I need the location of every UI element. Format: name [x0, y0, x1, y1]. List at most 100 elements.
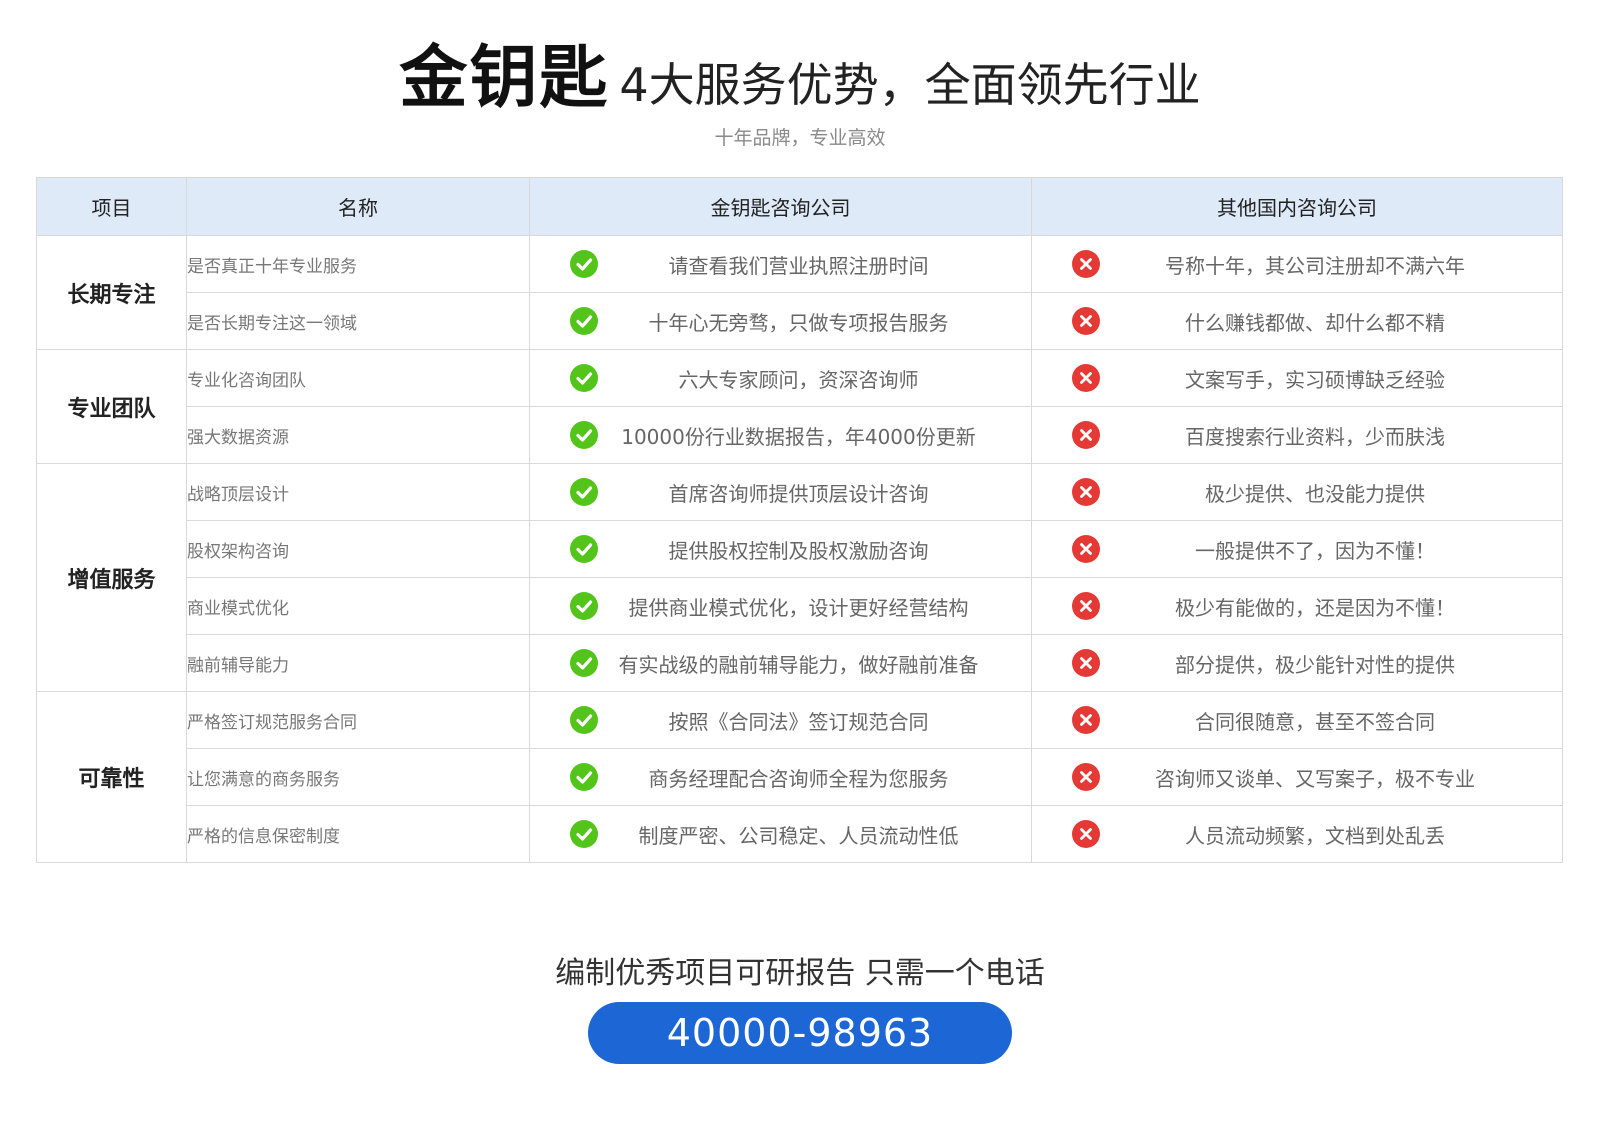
headline: 金钥匙 4大服务优势，全面领先行业 — [0, 22, 1600, 121]
check-circle-icon — [570, 364, 598, 392]
check-circle-icon — [570, 592, 598, 620]
ours-text: 请查看我们营业执照注册时间 — [668, 253, 929, 278]
table-row: 商业模式优化 提供商业模式优化，设计更好经营结构 极少有能做的，还是因为不懂！ — [37, 577, 1563, 635]
others-cell: 一般提供不了，因为不懂！ — [1031, 520, 1563, 578]
ours-cell: 提供商业模式优化，设计更好经营结构 — [529, 577, 1032, 635]
ours-text: 商务经理配合咨询师全程为您服务 — [648, 766, 949, 791]
others-cell: 人员流动频繁，文档到处乱丢 — [1031, 805, 1563, 863]
others-cell: 百度搜索行业资料，少而肤浅 — [1031, 406, 1563, 464]
item-name-cell: 股权架构咨询 — [186, 520, 530, 578]
cross-circle-icon — [1072, 649, 1100, 677]
table-row: 强大数据资源 10000份行业数据报告，年4000份更新 百度搜索行业资料，少而肤浅 — [37, 406, 1563, 464]
headline-text: 4大服务优势，全面领先行业 — [619, 58, 1201, 112]
ours-cell: 商务经理配合咨询师全程为您服务 — [529, 748, 1032, 806]
others-cell: 部分提供，极少能针对性的提供 — [1031, 634, 1563, 692]
others-text: 百度搜索行业资料，少而肤浅 — [1185, 424, 1445, 449]
ours-cell: 请查看我们营业执照注册时间 — [529, 235, 1032, 293]
item-name-cell: 是否真正十年专业服务 — [186, 235, 530, 293]
cross-circle-icon — [1072, 250, 1100, 278]
check-circle-icon — [570, 706, 598, 734]
comparison-table: 项目 名称 金钥匙咨询公司 其他国内咨询公司 长期专注 是否真正十年专业服务 请查看… — [36, 177, 1563, 863]
cross-circle-icon — [1072, 478, 1100, 506]
item-name-cell: 战略顶层设计 — [186, 463, 530, 521]
others-text: 文案写手，实习硕博缺乏经验 — [1185, 367, 1445, 392]
table-row: 是否长期专注这一领域 十年心无旁骛，只做专项报告服务 什么赚钱都做、却什么都不精 — [37, 292, 1563, 350]
others-cell: 文案写手，实习硕博缺乏经验 — [1031, 349, 1563, 407]
item-name-cell: 让您满意的商务服务 — [186, 748, 530, 806]
cross-circle-icon — [1072, 307, 1100, 335]
table-row: 长期专注 是否真正十年专业服务 请查看我们营业执照注册时间 号称十年，其公司注册却不满… — [36, 235, 1563, 350]
others-text: 号称十年，其公司注册却不满六年 — [1165, 253, 1465, 278]
cross-circle-icon — [1072, 421, 1100, 449]
others-cell: 什么赚钱都做、却什么都不精 — [1031, 292, 1563, 350]
ours-text: 十年心无旁骛，只做专项报告服务 — [648, 310, 949, 335]
table-row: 融前辅导能力 有实战级的融前辅导能力，做好融前准备 部分提供，极少能针对性的提供 — [37, 634, 1563, 692]
subtitle: 十年品牌，专业高效 — [714, 127, 886, 149]
category-cell: 长期专注 — [36, 235, 187, 350]
brand-name: 金钥匙 — [399, 39, 610, 118]
item-name-cell: 严格的信息保密制度 — [186, 805, 530, 863]
category-cell: 增值服务 — [36, 463, 187, 692]
cross-circle-icon — [1072, 763, 1100, 791]
ours-text: 提供股权控制及股权激励咨询 — [668, 538, 929, 563]
ours-cell: 六大专家顾问，资深咨询师 — [529, 349, 1032, 407]
ours-cell: 有实战级的融前辅导能力，做好融前准备 — [529, 634, 1032, 692]
check-circle-icon — [570, 250, 598, 278]
others-cell: 号称十年，其公司注册却不满六年 — [1031, 235, 1563, 293]
others-cell: 极少有能做的，还是因为不懂！ — [1031, 577, 1563, 635]
item-name-cell: 商业模式优化 — [186, 577, 530, 635]
category-cell: 专业团队 — [36, 349, 187, 464]
ours-text: 提供商业模式优化，设计更好经营结构 — [628, 595, 969, 620]
table-row: 让您满意的商务服务 商务经理配合咨询师全程为您服务 咨询师又谈单、又写案子，极不专业 — [37, 748, 1563, 806]
item-name-cell: 专业化咨询团队 — [186, 349, 530, 407]
others-text: 人员流动频繁，文档到处乱丢 — [1185, 823, 1445, 848]
ours-text: 按照《合同法》签订规范合同 — [668, 709, 929, 734]
ours-cell: 十年心无旁骛，只做专项报告服务 — [529, 292, 1032, 350]
table-row: 专业团队 专业化咨询团队 六大专家顾问，资深咨询师 文案写手，实习硕博缺乏经验 — [36, 349, 1563, 464]
ours-text: 制度严密、公司稳定、人员流动性低 — [638, 823, 959, 848]
table-row: 可靠性 严格签订规范服务合同 按照《合同法》签订规范合同 合同很随意，甚至不签合同 — [36, 691, 1563, 863]
ours-text: 有实战级的融前辅导能力，做好融前准备 — [618, 652, 979, 677]
check-circle-icon — [570, 421, 598, 449]
item-name-cell: 融前辅导能力 — [186, 634, 530, 692]
others-cell: 极少提供、也没能力提供 — [1031, 463, 1563, 521]
table-body: 长期专注 是否真正十年专业服务 请查看我们营业执照注册时间 号称十年，其公司注册却不满… — [36, 235, 1563, 863]
page-header: 金钥匙 4大服务优势，全面领先行业 十年品牌，专业高效 — [0, 22, 1600, 150]
item-name-cell: 严格签订规范服务合同 — [186, 691, 530, 749]
check-circle-icon — [570, 649, 598, 677]
ours-cell: 首席咨询师提供顶层设计咨询 — [529, 463, 1032, 521]
check-circle-icon — [570, 478, 598, 506]
others-text: 部分提供，极少能针对性的提供 — [1175, 652, 1455, 677]
call-to-action: 编制优秀项目可研报告 只需一个电话 40000-98963 — [0, 948, 1600, 1064]
others-text: 什么赚钱都做、却什么都不精 — [1185, 310, 1445, 335]
item-name-cell: 是否长期专注这一领域 — [186, 292, 530, 350]
header-others: 其他国内咨询公司 — [1031, 177, 1563, 236]
cta-text: 编制优秀项目可研报告 只需一个电话 — [555, 956, 1045, 991]
header-category: 项目 — [36, 177, 187, 236]
table-row: 严格的信息保密制度 制度严密、公司稳定、人员流动性低 人员流动频繁，文档到处乱丢 — [37, 805, 1563, 863]
cross-circle-icon — [1072, 535, 1100, 563]
others-cell: 合同很随意，甚至不签合同 — [1031, 691, 1563, 749]
table-row: 股权架构咨询 提供股权控制及股权激励咨询 一般提供不了，因为不懂！ — [37, 520, 1563, 578]
header-name: 名称 — [186, 177, 530, 236]
check-circle-icon — [570, 307, 598, 335]
ours-cell: 制度严密、公司稳定、人员流动性低 — [529, 805, 1032, 863]
others-text: 合同很随意，甚至不签合同 — [1195, 709, 1435, 734]
ours-text: 10000份行业数据报告，年4000份更新 — [621, 424, 976, 449]
ours-text: 首席咨询师提供顶层设计咨询 — [668, 481, 929, 506]
others-text: 咨询师又谈单、又写案子，极不专业 — [1155, 766, 1475, 791]
cross-circle-icon — [1072, 364, 1100, 392]
header-ours: 金钥匙咨询公司 — [529, 177, 1032, 236]
others-text: 一般提供不了，因为不懂！ — [1195, 538, 1435, 563]
ours-cell: 按照《合同法》签订规范合同 — [529, 691, 1032, 749]
cross-circle-icon — [1072, 592, 1100, 620]
phone-button[interactable]: 40000-98963 — [588, 1002, 1012, 1064]
ours-text: 六大专家顾问，资深咨询师 — [678, 367, 919, 392]
ours-cell: 提供股权控制及股权激励咨询 — [529, 520, 1032, 578]
cross-circle-icon — [1072, 706, 1100, 734]
check-circle-icon — [570, 535, 598, 563]
table-row: 增值服务 战略顶层设计 首席咨询师提供顶层设计咨询 极少提供、也没能力提供 — [36, 463, 1563, 692]
ours-cell: 10000份行业数据报告，年4000份更新 — [529, 406, 1032, 464]
others-text: 极少提供、也没能力提供 — [1205, 481, 1425, 506]
table-header-row: 项目 名称 金钥匙咨询公司 其他国内咨询公司 — [36, 177, 1563, 236]
